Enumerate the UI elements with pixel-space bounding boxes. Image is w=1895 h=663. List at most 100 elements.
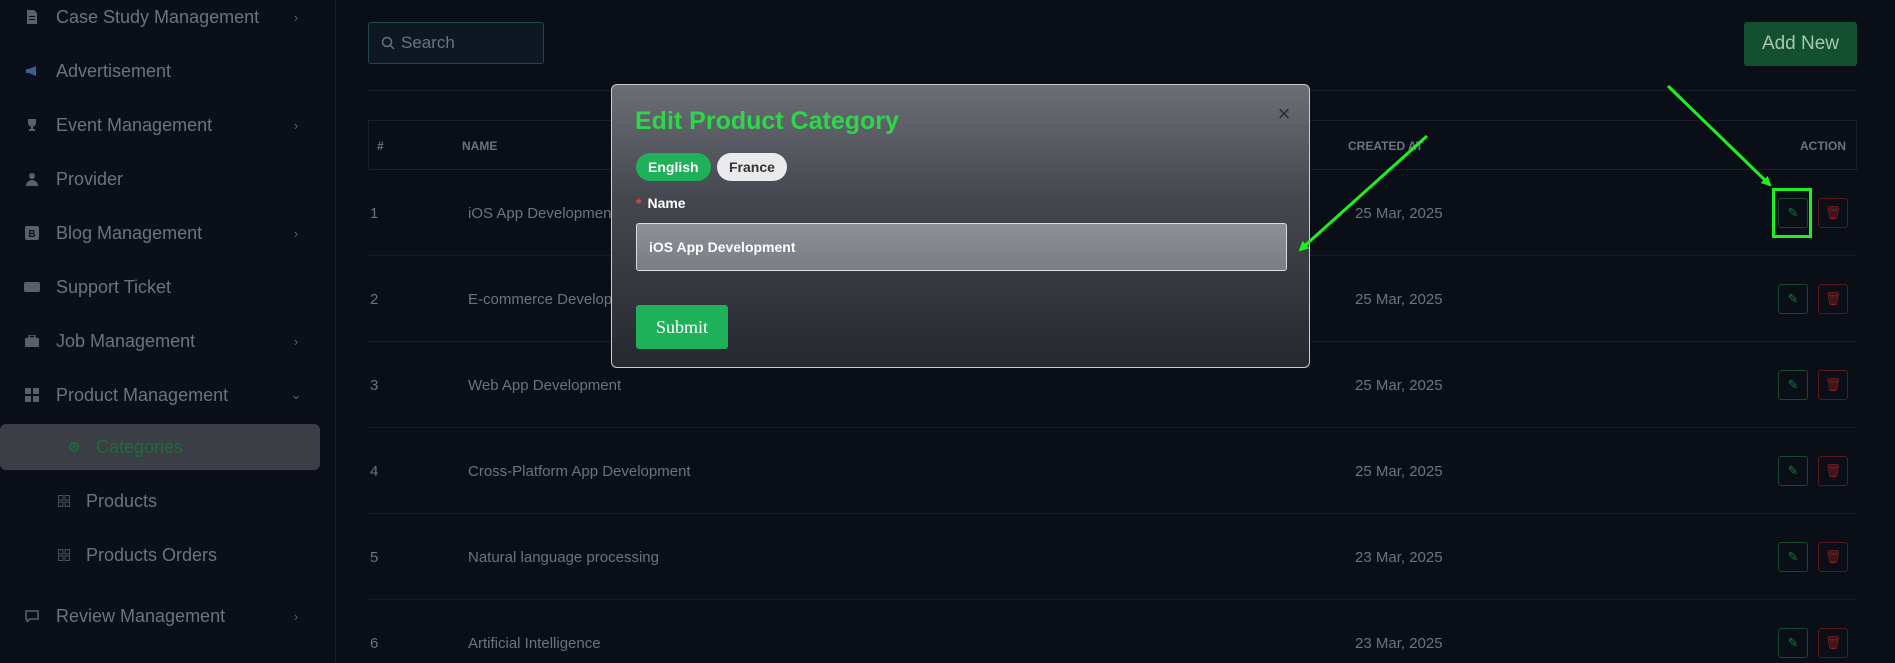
edit-button[interactable]: ✎ (1778, 542, 1808, 572)
pencil-icon: ✎ (1787, 463, 1799, 478)
row-num: 2 (370, 290, 379, 308)
header-created: CREATED AT (1348, 139, 1424, 153)
sidebar-item-label: Event Management (56, 114, 213, 135)
sidebar-item-blog-management[interactable]: B Blog Management › (0, 210, 320, 256)
search-icon (381, 36, 395, 50)
edit-button[interactable]: ✎ (1778, 370, 1808, 400)
required-mark: * (636, 195, 642, 211)
name-label-text: Name (647, 195, 686, 211)
modal-title: Edit Product Category (635, 107, 899, 135)
search-placeholder: Search (401, 33, 455, 52)
row-num: 1 (370, 204, 379, 222)
delete-button[interactable]: 🗑 (1818, 456, 1848, 486)
chat-icon (24, 608, 40, 624)
row-name: Artificial Intelligence (468, 634, 601, 652)
sidebar-item-label: Products (86, 490, 158, 511)
chevron-right-icon: › (293, 117, 299, 133)
pencil-icon: ✎ (1787, 377, 1799, 392)
pencil-icon: ✎ (1787, 635, 1799, 650)
grid-icon (56, 493, 72, 509)
add-new-button[interactable]: Add New (1744, 22, 1857, 66)
gear-icon (66, 439, 82, 455)
delete-button[interactable]: 🗑 (1818, 198, 1848, 228)
sidebar-item-support-ticket[interactable]: Support Ticket (0, 264, 320, 310)
chevron-right-icon: › (293, 608, 299, 624)
trash-icon: 🗑 (1824, 549, 1842, 564)
trash-icon: 🗑 (1824, 463, 1842, 478)
edit-button[interactable]: ✎ (1778, 284, 1808, 314)
row-num: 3 (370, 376, 379, 394)
language-tab-france[interactable]: France (717, 153, 787, 181)
grid-icon (56, 547, 72, 563)
row-created: 25 Mar, 2025 (1355, 204, 1443, 222)
name-field[interactable] (636, 223, 1287, 271)
user-icon (24, 171, 40, 187)
header-name: NAME (462, 139, 498, 153)
sidebar: Case Study Management › Advertisement Ev… (0, 0, 336, 663)
file-icon (24, 9, 40, 25)
trash-icon: 🗑 (1824, 291, 1842, 306)
chevron-down-icon: ⌄ (290, 387, 302, 402)
sidebar-item-label: Provider (56, 168, 124, 189)
trophy-icon (24, 117, 40, 133)
sidebar-item-label: Job Management (56, 330, 196, 351)
sidebar-item-label: Blog Management (56, 222, 203, 243)
sidebar-item-categories[interactable]: Categories (0, 424, 320, 470)
briefcase-icon (24, 333, 40, 349)
header-num: # (377, 139, 384, 153)
sidebar-item-product-management[interactable]: Product Management ⌄ (0, 372, 320, 418)
sidebar-item-provider[interactable]: Provider (0, 156, 320, 202)
sidebar-item-label: Advertisement (56, 60, 172, 81)
chevron-right-icon: › (293, 333, 299, 349)
table-row: 4 Cross-Platform App Development 25 Mar,… (368, 428, 1857, 514)
table-row: 5 Natural language processing 23 Mar, 20… (368, 514, 1857, 600)
search-input[interactable]: Search (368, 22, 544, 64)
ticket-icon (24, 279, 40, 295)
row-created: 25 Mar, 2025 (1355, 462, 1443, 480)
sidebar-item-products-orders[interactable]: Products Orders (0, 532, 320, 578)
trash-icon: 🗑 (1824, 377, 1842, 392)
chevron-right-icon: › (293, 9, 299, 25)
trash-icon: 🗑 (1824, 635, 1842, 650)
trash-icon: 🗑 (1824, 205, 1842, 220)
sidebar-item-case-study[interactable]: Case Study Management › (0, 0, 320, 40)
sidebar-item-products[interactable]: Products (0, 478, 320, 524)
sidebar-item-label: Categories (96, 436, 184, 457)
language-tab-english[interactable]: English (636, 153, 711, 181)
edit-button[interactable]: ✎ (1778, 628, 1808, 658)
annotation-highlight-box (1772, 188, 1812, 238)
header-action: ACTION (1800, 139, 1846, 153)
delete-button[interactable]: 🗑 (1818, 370, 1848, 400)
sidebar-item-advertisement[interactable]: Advertisement (0, 48, 320, 94)
close-icon[interactable]: × (1274, 103, 1294, 125)
sidebar-item-label: Review Management (56, 605, 226, 626)
row-name: Web App Development (468, 376, 622, 394)
row-created: 25 Mar, 2025 (1355, 376, 1443, 394)
sidebar-item-event-management[interactable]: Event Management › (0, 102, 320, 148)
megaphone-icon (24, 63, 40, 79)
sidebar-item-review-management[interactable]: Review Management › (0, 593, 320, 639)
submit-button[interactable]: Submit (636, 305, 728, 349)
row-created: 25 Mar, 2025 (1355, 290, 1443, 308)
delete-button[interactable]: 🗑 (1818, 284, 1848, 314)
row-num: 5 (370, 548, 379, 566)
delete-button[interactable]: 🗑 (1818, 628, 1848, 658)
edit-button[interactable]: ✎ (1778, 456, 1808, 486)
pencil-icon: ✎ (1787, 291, 1799, 306)
row-name: Cross-Platform App Development (468, 462, 691, 480)
row-created: 23 Mar, 2025 (1355, 634, 1443, 652)
grid-icon (24, 387, 40, 403)
sidebar-item-job-management[interactable]: Job Management › (0, 318, 320, 364)
row-created: 23 Mar, 2025 (1355, 548, 1443, 566)
sidebar-item-label: Case Study Management (56, 6, 260, 27)
row-name: Natural language processing (468, 548, 659, 566)
row-num: 4 (370, 462, 379, 480)
pencil-icon: ✎ (1787, 549, 1799, 564)
table-row: 6 Artificial Intelligence 23 Mar, 2025 ✎… (368, 600, 1857, 663)
svg-text:B: B (28, 229, 35, 240)
delete-button[interactable]: 🗑 (1818, 542, 1848, 572)
blog-icon: B (24, 225, 40, 241)
name-field-label: * Name (636, 195, 686, 211)
chevron-right-icon: › (293, 225, 299, 241)
row-name: iOS App Development (468, 204, 616, 222)
